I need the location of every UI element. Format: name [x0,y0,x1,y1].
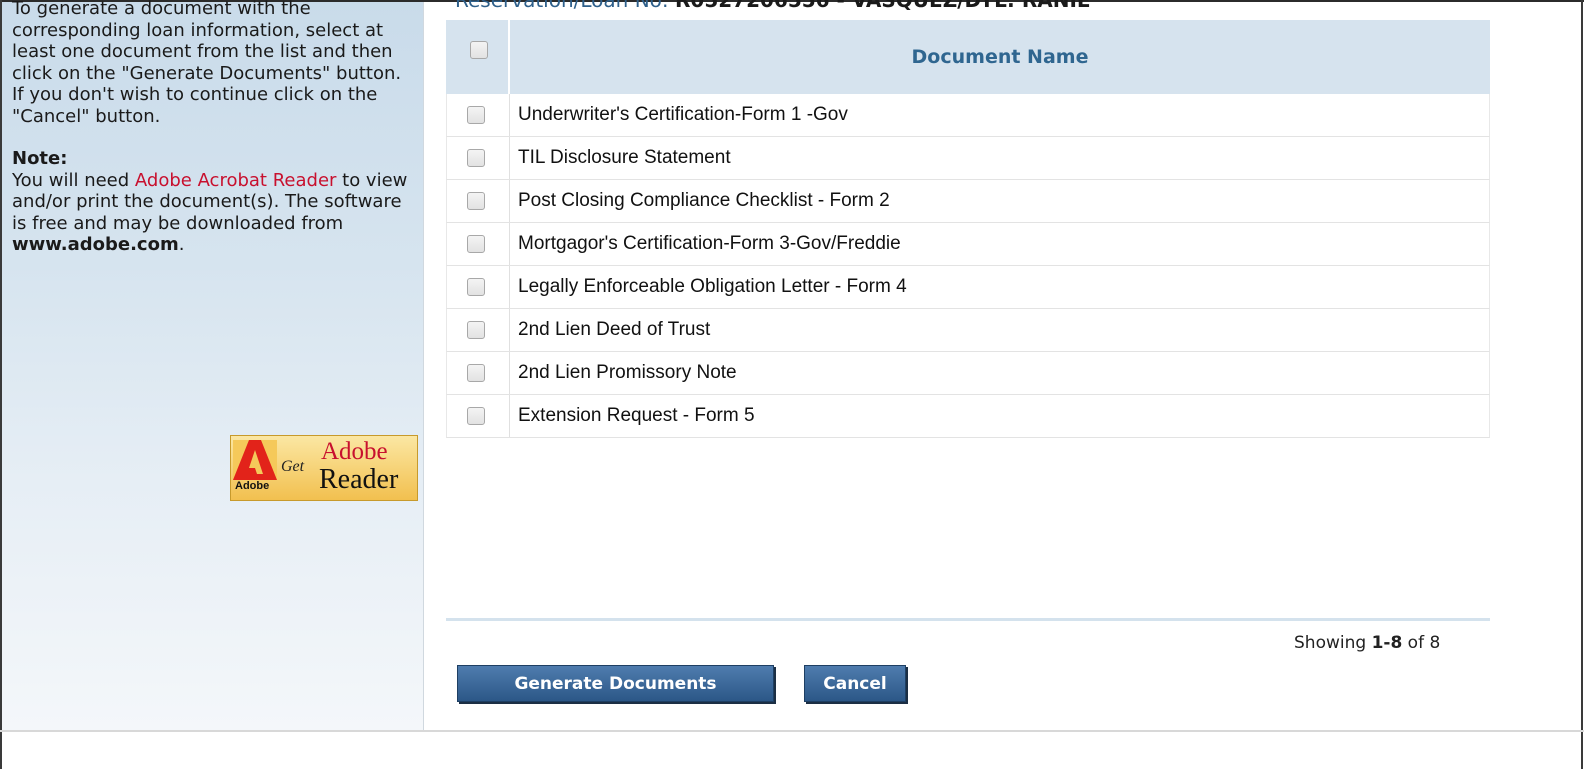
table-body: Underwriter's Certification-Form 1 -Gov T… [446,94,1490,438]
note-text: You will need Adobe Acrobat Reader to vi… [12,170,412,256]
select-all-checkbox[interactable] [470,41,488,59]
pagination-info: Showing 1-8 of 8 [1294,633,1440,653]
table-row: Extension Request - Form 5 [446,395,1490,438]
row-checkbox-cell [447,180,510,222]
column-header-document-name[interactable]: Document Name [510,20,1490,94]
adobe-logo-icon [233,440,277,480]
adobe-logo-text: Adobe [235,480,270,492]
document-checkbox[interactable] [467,321,485,339]
loan-value: R0527206556 - VASQUEZ/DYL: RANIE [675,0,1091,12]
table-footer-divider [446,618,1490,621]
row-checkbox-cell [447,352,510,394]
document-name: Legally Enforceable Obligation Letter - … [518,276,907,297]
adobe-url: www.adobe.com [12,234,179,255]
row-checkbox-cell [447,137,510,179]
table-row: Mortgagor's Certification-Form 3-Gov/Fre… [446,223,1490,266]
note-suffix: . [178,234,185,255]
document-checkbox[interactable] [467,407,485,425]
sidebar-text: To generate a document with the correspo… [12,0,412,256]
loan-label: Reservation/Loan No: [455,0,669,12]
app-frame: To generate a document with the correspo… [0,0,1584,769]
row-checkbox-cell [447,266,510,308]
table-row: 2nd Lien Deed of Trust [446,309,1490,352]
table-row: Underwriter's Certification-Form 1 -Gov [446,94,1490,137]
header-checkbox-cell [446,20,510,94]
instructions-text: To generate a document with the correspo… [12,0,402,127]
showing-mid: of [1402,633,1430,653]
badge-reader: Reader [319,464,399,495]
row-checkbox-cell [447,309,510,351]
document-name: 2nd Lien Deed of Trust [518,319,711,340]
document-checkbox[interactable] [467,106,485,124]
row-checkbox-cell [447,94,510,136]
document-name: TIL Disclosure Statement [518,147,731,168]
bottom-divider [0,730,1584,732]
document-name: Post Closing Compliance Checklist - Form… [518,190,890,211]
badge-get: Get [281,458,305,475]
get-adobe-reader-badge[interactable]: Adobe Get Adobe Reader [230,435,418,501]
table-row: 2nd Lien Promissory Note [446,352,1490,395]
document-checkbox[interactable] [467,364,485,382]
document-checkbox[interactable] [467,235,485,253]
document-name: Underwriter's Certification-Form 1 -Gov [518,104,848,125]
showing-range: 1-8 [1371,633,1403,653]
note-title: Note: [12,148,68,169]
adobe-reader-link[interactable]: Adobe Acrobat Reader [135,170,337,191]
loan-header: Reservation/Loan No: R0527206556 - VASQU… [455,0,1091,12]
documents-table: Document Name Underwriter's Certificatio… [446,20,1490,438]
note-prefix: You will need [12,169,135,191]
showing-prefix: Showing [1294,633,1372,653]
table-row: TIL Disclosure Statement [446,137,1490,180]
row-checkbox-cell [447,223,510,265]
document-checkbox[interactable] [467,149,485,167]
cancel-button[interactable]: Cancel [804,665,906,702]
row-checkbox-cell [447,395,510,437]
right-border [1581,0,1583,769]
document-checkbox[interactable] [467,278,485,296]
table-header: Document Name [446,20,1490,94]
badge-adobe: Adobe [321,438,388,465]
document-name: Mortgagor's Certification-Form 3-Gov/Fre… [518,233,901,254]
document-checkbox[interactable] [467,192,485,210]
sidebar: To generate a document with the correspo… [2,0,424,730]
table-row: Post Closing Compliance Checklist - Form… [446,180,1490,223]
document-name: 2nd Lien Promissory Note [518,362,737,383]
showing-total: 8 [1429,633,1441,653]
generate-documents-button[interactable]: Generate Documents [457,665,774,702]
document-name: Extension Request - Form 5 [518,405,755,426]
table-row: Legally Enforceable Obligation Letter - … [446,266,1490,309]
